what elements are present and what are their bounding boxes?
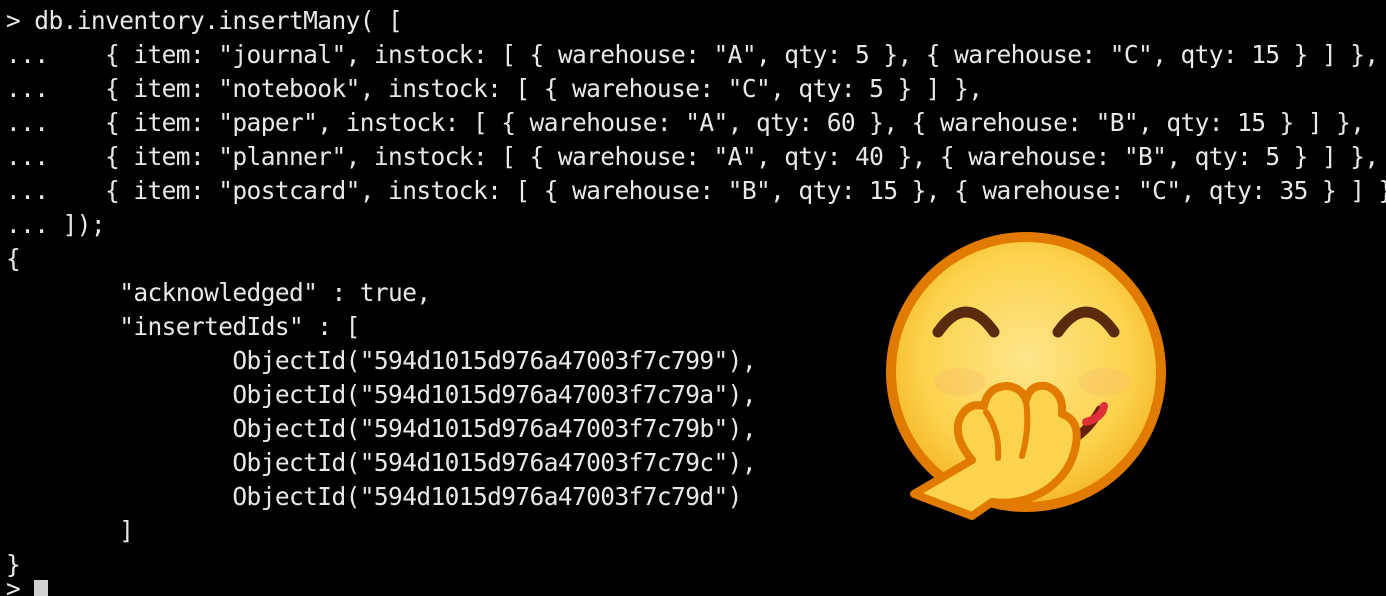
- text-cursor: [34, 580, 48, 596]
- terminal-line: ... { item: "notebook", instock: [ { war…: [6, 74, 983, 103]
- terminal-window[interactable]: > db.inventory.insertMany( [ ... { item:…: [0, 0, 1386, 596]
- terminal-line: ... { item: "paper", instock: [ { wareho…: [6, 108, 1365, 137]
- giggling-face-emoji-icon: [886, 232, 1166, 520]
- terminal-line: ObjectId("594d1015d976a47003f7c79d"): [6, 482, 742, 511]
- terminal-line: ObjectId("594d1015d976a47003f7c79a"),: [6, 380, 756, 409]
- terminal-line: "insertedIds" : [: [6, 312, 360, 341]
- terminal-line: "acknowledged" : true,: [6, 278, 431, 307]
- terminal-prompt[interactable]: >: [6, 572, 21, 596]
- terminal-line: ... { item: "journal", instock: [ { ware…: [6, 40, 1379, 69]
- terminal-line: ObjectId("594d1015d976a47003f7c799"),: [6, 346, 756, 375]
- terminal-line: ... { item: "planner", instock: [ { ware…: [6, 142, 1379, 171]
- terminal-line: ... ]);: [6, 210, 106, 239]
- terminal-line: ObjectId("594d1015d976a47003f7c79b"),: [6, 414, 756, 443]
- terminal-line: ... { item: "postcard", instock: [ { war…: [6, 176, 1386, 205]
- terminal-line: {: [6, 244, 21, 273]
- terminal-line: ]: [6, 516, 134, 545]
- terminal-line: > db.inventory.insertMany( [: [6, 6, 403, 35]
- terminal-line: ObjectId("594d1015d976a47003f7c79c"),: [6, 448, 756, 477]
